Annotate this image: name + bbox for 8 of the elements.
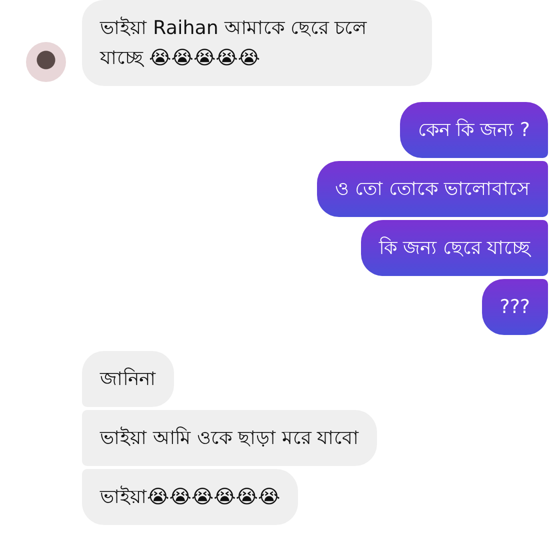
received-message: ভাইয়া আমি ওকে ছাড়া মরে যাবো [82,410,378,466]
sent-message: ??? [482,279,548,335]
received-message: ভাইয়া😭😭😭😭😭😭 [82,469,298,525]
sent-message: কি জন্য ছেরে যাচ্ছে [360,220,548,276]
received-message: জানিনা [82,351,174,407]
sent-message: ও তো তোকে ভালোবাসে [316,161,548,217]
received-message: ভাইয়া Raihan আমাকে ছেরে চলে যাচ্ছে 😭😭😭😭😭 [82,0,432,86]
sent-message: কেন কি জন্য ? [400,102,548,158]
